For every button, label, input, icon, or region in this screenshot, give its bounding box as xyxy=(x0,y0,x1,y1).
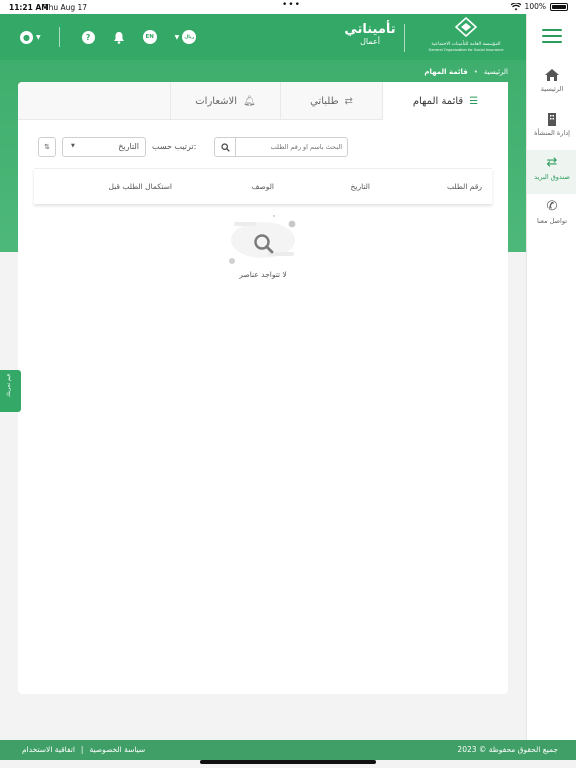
search-icon xyxy=(220,142,230,152)
table-header: رقم الطلب التاريخ الوصف استكمال الطلب قب… xyxy=(34,168,492,204)
footer-links: اتفاقية الاستخدام | سياسة الخصوصية xyxy=(22,745,145,754)
battery-icon xyxy=(550,2,568,11)
notifications-button[interactable] xyxy=(113,31,125,44)
multitask-dots-icon[interactable]: ••• xyxy=(282,0,301,10)
status-right: 100% xyxy=(510,2,568,11)
gosi-logo-icon xyxy=(454,16,478,38)
search-button[interactable] xyxy=(215,138,236,156)
status-bar: 11:21 AM Thu Aug 17 ••• 100% xyxy=(0,0,576,14)
sort-label: ترتيب حسب: xyxy=(152,142,197,151)
sort-icon: ⇅ xyxy=(44,143,50,151)
org-name-en: General Organization for Social Insuranc… xyxy=(428,48,504,52)
home-icon xyxy=(545,69,559,81)
sidebar-item-mailbox[interactable]: ⇄ صندوق البريد xyxy=(527,150,576,194)
user-menu[interactable]: ● ▼ xyxy=(20,30,41,44)
language-button[interactable]: EN xyxy=(142,30,157,44)
footer-separator: | xyxy=(80,745,84,754)
tab-my-requests[interactable]: طلباتي ⇄ xyxy=(280,82,382,120)
side-nav: الرئيسية إدارة المنشأة ⇄ صندوق البريد ✆ … xyxy=(526,14,576,740)
breadcrumb: الرئيسية • قائمة المهام xyxy=(424,68,508,76)
sidebar-item-contact[interactable]: ✆ تواصل معنا xyxy=(527,194,576,238)
sidebar-item-label: صندوق البريد xyxy=(534,173,570,181)
footer: جميع الحقوق محفوظة © 2023 اتفاقية الاستخ… xyxy=(0,740,576,760)
header-divider xyxy=(58,27,60,47)
gosi-logo: المؤسسة العامة للتأمينات الاجتماعية Gene… xyxy=(420,16,512,53)
sort-value: التاريخ xyxy=(118,142,139,151)
tabs-bar: قائمة المهام ☰ طلباتي ⇄ الاشعارات 🔔︎ xyxy=(18,82,508,121)
chevron-down-icon: ▼ xyxy=(174,33,180,41)
chevron-down-icon: ▼ xyxy=(71,143,75,149)
user-icon: ● xyxy=(20,30,33,44)
tab-label: قائمة المهام xyxy=(412,95,464,107)
sort-order-button[interactable]: ⇅ xyxy=(38,137,56,157)
feedback-label: قيم تجربتك xyxy=(6,374,12,398)
breadcrumb-separator: • xyxy=(473,68,478,76)
battery-percent: 100% xyxy=(524,2,546,11)
wifi-icon xyxy=(510,2,521,10)
list-icon: ☰ xyxy=(469,95,479,107)
bell-icon xyxy=(113,31,124,44)
tab-label: الاشعارات xyxy=(195,95,238,107)
search-input[interactable] xyxy=(237,138,347,156)
column-header: الوصف xyxy=(251,182,274,191)
sidebar-item-home[interactable]: الرئيسية xyxy=(527,62,576,106)
exchange-icon: ⇄ xyxy=(344,95,353,107)
tab-notifications[interactable]: الاشعارات 🔔︎ xyxy=(170,82,280,120)
terms-link[interactable]: اتفاقية الاستخدام xyxy=(22,745,75,754)
tab-label: طلباتي xyxy=(310,95,339,107)
feedback-tab[interactable]: قيم تجربتك xyxy=(0,370,21,412)
footer-copyright: جميع الحقوق محفوظة © 2023 xyxy=(457,745,558,754)
exchange-icon: ⇄ xyxy=(546,155,558,170)
header-actions: ● ▼ ? EN ▼ ريال xyxy=(20,27,197,47)
riyal-icon: ريال xyxy=(182,30,197,44)
chevron-down-icon: ▼ xyxy=(36,33,41,41)
help-button[interactable]: ? xyxy=(81,30,95,44)
column-header: رقم الطلب xyxy=(447,182,482,191)
tab-task-list[interactable]: قائمة المهام ☰ xyxy=(382,82,508,121)
status-date: Thu Aug 17 xyxy=(44,3,88,12)
brand-title: تأميناتي xyxy=(344,22,396,37)
building-icon xyxy=(548,113,556,126)
currency-menu[interactable]: ▼ ريال xyxy=(175,30,197,44)
column-header: التاريخ xyxy=(350,182,370,191)
bell-icon: 🔔︎ xyxy=(243,95,256,107)
sort-select[interactable]: التاريخ ▼ xyxy=(62,137,146,157)
logo-divider xyxy=(404,24,405,52)
brand-subtitle: أعمال xyxy=(360,37,380,46)
help-icon: ? xyxy=(81,30,95,44)
privacy-link[interactable]: سياسة الخصوصية xyxy=(89,745,145,754)
search-field xyxy=(214,137,348,157)
app-brand: تأميناتي أعمال xyxy=(340,22,400,46)
sidebar-item-establishment[interactable]: إدارة المنشأة xyxy=(527,106,576,150)
empty-state-message: لا تتواجد عناصر xyxy=(239,270,287,279)
status-time: 11:21 AM xyxy=(9,3,49,12)
column-header: استكمال الطلب قبل xyxy=(108,182,172,191)
breadcrumb-home[interactable]: الرئيسية xyxy=(484,68,508,76)
sidebar-item-label: تواصل معنا xyxy=(536,217,568,225)
sidebar-item-label: الرئيسية xyxy=(540,85,564,93)
phone-icon: ✆ xyxy=(546,199,558,214)
breadcrumb-current: قائمة المهام xyxy=(424,68,468,76)
tasks-card: قائمة المهام ☰ طلباتي ⇄ الاشعارات 🔔︎ ترت… xyxy=(18,82,508,694)
globe-icon: EN xyxy=(142,30,157,44)
sidebar-item-label: إدارة المنشأة xyxy=(534,129,570,137)
home-indicator[interactable] xyxy=(200,760,376,764)
hamburger-menu-icon[interactable] xyxy=(542,29,562,43)
